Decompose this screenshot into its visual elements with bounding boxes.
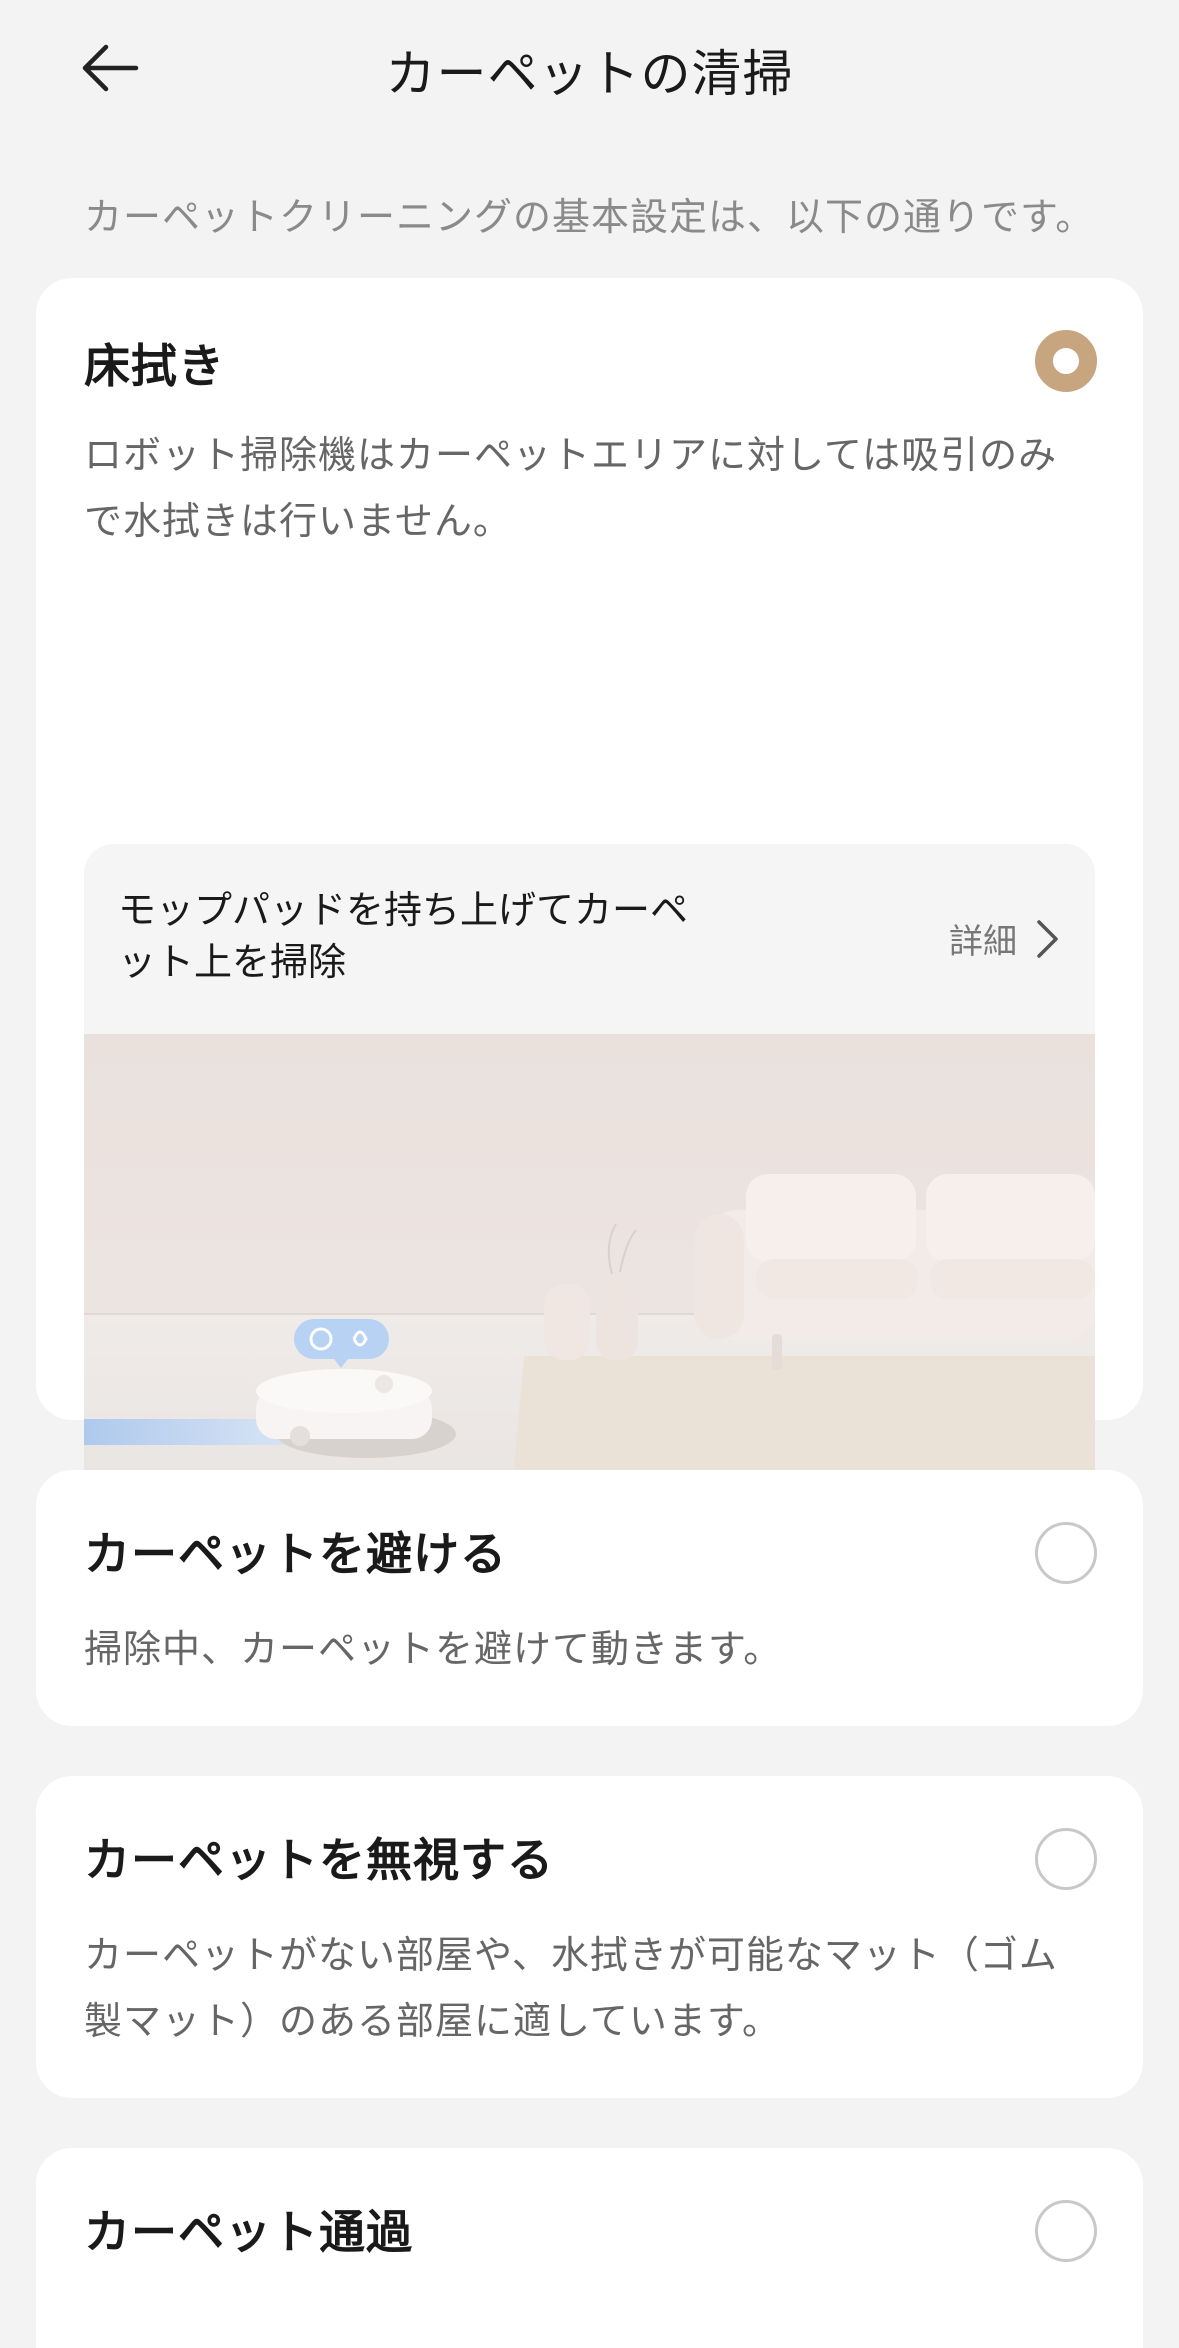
option-card-ignore-carpet[interactable]: カーペットを無視する カーペットがない部屋や、水拭きが可能なマット（ゴム製マット… bbox=[36, 1776, 1143, 2098]
chevron-right-icon bbox=[1037, 919, 1058, 958]
header: カーペットの清掃 bbox=[0, 0, 1179, 130]
option-card-avoid-carpet[interactable]: カーペットを避ける 掃除中、カーペットを避けて動きます。 bbox=[36, 1470, 1143, 1726]
option-title: カーペットを避ける bbox=[84, 1527, 507, 1581]
option-radio[interactable] bbox=[1035, 1522, 1097, 1584]
page-title: カーペットの清掃 bbox=[385, 45, 794, 103]
option-title: カーペットを無視する bbox=[84, 1833, 554, 1887]
option-title: 床拭き bbox=[84, 339, 225, 393]
option-radio-selected[interactable] bbox=[1035, 330, 1097, 392]
intro-text: カーペットクリーニングの基本設定は、以下の通りです。 bbox=[84, 195, 1095, 239]
option-description: カーペットがない部屋や、水拭きが可能なマット（ゴム製マット）のある部屋に適してい… bbox=[84, 1933, 1058, 2043]
option-title: カーペット通過 bbox=[84, 2205, 413, 2259]
feature-header[interactable]: モップパッドを持ち上げてカーペット上を掃除 詳細 bbox=[84, 844, 1095, 1034]
option-card-pass-carpet[interactable]: カーペット通過 bbox=[36, 2148, 1143, 2348]
feature-label: モップパッドを持ち上げてカーペット上を掃除 bbox=[118, 888, 689, 984]
detail-link[interactable]: 詳細 bbox=[949, 914, 1061, 963]
option-description: 掃除中、カーペットを避けて動きます。 bbox=[84, 1627, 783, 1671]
option-card-floor-mopping[interactable]: 床拭き ロボット掃除機はカーペットエリアに対しては吸引のみで水拭きは行いません。… bbox=[36, 278, 1143, 1640]
option-radio[interactable] bbox=[1035, 1828, 1097, 1890]
detail-label: 詳細 bbox=[949, 922, 1017, 962]
option-description: ロボット掃除機はカーペットエリアに対しては吸引のみで水拭きは行いません。 bbox=[84, 433, 1058, 543]
option-radio[interactable] bbox=[1035, 2200, 1097, 2262]
